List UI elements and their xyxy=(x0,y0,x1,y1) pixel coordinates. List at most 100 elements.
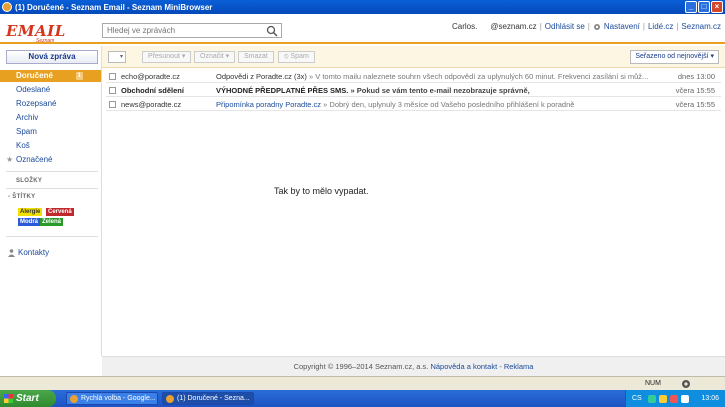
contacts-link[interactable]: Kontakty xyxy=(8,248,49,257)
subject-text: Odpovědi z Poradte.cz (3x) xyxy=(216,72,307,81)
seznam-link[interactable]: Seznam.cz xyxy=(681,22,721,31)
nav-separator: | xyxy=(587,22,590,31)
minimize-button[interactable]: _ xyxy=(685,1,697,13)
new-message-button[interactable]: Nová zpráva xyxy=(6,50,98,64)
copyright-text: Copyright © 1996–2014 Seznam.cz, a.s. xyxy=(293,362,429,371)
window-title: (1) Doručené - Seznam Email - Seznam Min… xyxy=(15,2,213,12)
tag-zelena[interactable]: Zelená xyxy=(40,218,64,226)
message-checkbox[interactable] xyxy=(109,87,116,94)
tag-modra[interactable]: Modrá xyxy=(18,218,40,226)
message-checkbox[interactable] xyxy=(109,101,116,108)
numlock-indicator: NUM xyxy=(645,380,661,387)
start-label: Start xyxy=(16,393,39,404)
contacts-label: Kontakty xyxy=(18,248,50,257)
delete-button[interactable]: Smazat xyxy=(238,51,274,63)
language-indicator[interactable]: CS xyxy=(632,390,642,407)
app-header: EMAIL Seznam Carlos. @seznam.cz | Odhlás… xyxy=(0,14,725,44)
user-name: Carlos. xyxy=(452,22,478,31)
ads-link[interactable]: Reklama xyxy=(504,362,534,371)
windows-flag-icon xyxy=(4,394,13,403)
start-button[interactable]: Start xyxy=(0,390,56,407)
unread-badge: 1 xyxy=(75,72,83,80)
sort-dropdown[interactable]: Seřazeno od nejnovější ▾ xyxy=(630,50,719,64)
message-preview: » Dobrý den, uplynuly 3 měsíce od Vašeho… xyxy=(321,100,575,109)
logout-link[interactable]: Odhlásit se xyxy=(545,22,585,31)
sidebar-item-sent[interactable]: Odeslané xyxy=(0,84,101,96)
sidebar-item-archive[interactable]: Archiv xyxy=(0,112,101,124)
logo-subtext: Seznam xyxy=(36,38,55,44)
browser-icon xyxy=(70,395,78,403)
message-checkbox[interactable] xyxy=(109,73,116,80)
collapse-icon: - xyxy=(8,194,11,200)
user-email: @seznam.cz xyxy=(490,22,537,31)
system-tray: CS 13:06 xyxy=(625,390,725,407)
message-row[interactable]: Obchodní sdělení VÝHODNÉ PŘEDPLATNÉ PŘES… xyxy=(106,84,721,97)
message-toolbar: ▾ Přesunout ▾ Označit ▾ Smazat ⦸ Spam Se… xyxy=(102,46,725,68)
top-nav: @seznam.cz | Odhlásit se | Nastavení | L… xyxy=(490,22,721,31)
sidebar-divider xyxy=(6,188,98,189)
sidebar-item-label: Označené xyxy=(16,155,53,164)
nav-separator: | xyxy=(539,22,542,31)
search-input[interactable] xyxy=(102,23,282,38)
taskbar-item-email[interactable]: (1) Doručené - Sezna... xyxy=(162,392,254,405)
browser-statusbar: NUM xyxy=(0,376,725,390)
sidebar-divider xyxy=(6,236,98,237)
labels-heading-text: ŠTÍTKY xyxy=(12,194,36,200)
sidebar-divider xyxy=(6,171,98,172)
help-link[interactable]: Nápověda a kontakt xyxy=(430,362,497,371)
nav-separator: | xyxy=(676,22,679,31)
security-icon[interactable] xyxy=(659,395,667,403)
volume-icon[interactable] xyxy=(681,395,689,403)
person-icon xyxy=(8,248,15,257)
sidebar-item-label: Doručené xyxy=(16,71,53,80)
sidebar-item-label: Odeslané xyxy=(16,85,51,94)
people-link[interactable]: Lidé.cz xyxy=(648,22,673,31)
sidebar-item-label: Spam xyxy=(16,127,37,136)
sidebar-item-starred[interactable]: ★ Označené xyxy=(0,154,101,166)
message-row[interactable]: news@poradte.cz Připomínka poradny Porad… xyxy=(106,98,721,111)
move-button[interactable]: Přesunout ▾ xyxy=(142,51,192,63)
settings-link[interactable]: Nastavení xyxy=(604,22,640,31)
message-preview: » Pokud se vám tento e-mail nezobrazuje … xyxy=(348,86,530,95)
message-subject: Odpovědi z Poradte.cz (3x) » V tomto mai… xyxy=(216,70,661,82)
close-button[interactable]: × xyxy=(711,1,723,13)
message-row[interactable]: echo@poradte.cz Odpovědi z Poradte.cz (3… xyxy=(106,70,721,83)
search-icon[interactable] xyxy=(266,25,278,37)
tag-alergie[interactable]: Alergie xyxy=(18,208,43,216)
spam-button[interactable]: ⦸ Spam xyxy=(278,51,315,63)
settings-gear-icon[interactable] xyxy=(680,378,692,390)
mark-button[interactable]: Označit ▾ xyxy=(194,51,236,63)
browser-icon xyxy=(166,395,174,403)
nav-separator: | xyxy=(642,22,645,31)
footer-separator: - xyxy=(497,362,504,371)
maximize-button[interactable]: □ xyxy=(698,1,710,13)
sidebar-item-inbox[interactable]: Doručené 1 xyxy=(0,70,101,82)
subject-text: Připomínka poradny Poradte.cz xyxy=(216,100,322,109)
taskbar-item-google[interactable]: Rychlá volba - Google... xyxy=(66,392,158,405)
update-icon[interactable] xyxy=(670,395,678,403)
sidebar-item-spam[interactable]: Spam xyxy=(0,126,101,138)
message-preview: » V tomto mailu naleznete souhrn všech o… xyxy=(306,72,649,81)
app-icon xyxy=(2,2,12,12)
message-from: echo@poradte.cz xyxy=(121,72,180,81)
task-label: (1) Doručené - Sezna... xyxy=(177,395,250,402)
email-logo[interactable]: EMAIL Seznam xyxy=(6,22,68,44)
sidebar-item-trash[interactable]: Koš xyxy=(0,140,101,152)
star-icon: ★ xyxy=(6,155,14,164)
message-from: news@poradte.cz xyxy=(121,100,182,109)
message-subject: VÝHODNÉ PŘEDPLATNÉ PŘES SMS. » Pokud se … xyxy=(216,84,661,96)
gear-icon xyxy=(593,23,600,30)
select-all-checkbox[interactable]: ▾ xyxy=(108,51,126,63)
folders-heading[interactable]: SLOŽKY xyxy=(16,178,42,184)
window-titlebar: (1) Doručené - Seznam Email - Seznam Min… xyxy=(0,0,725,14)
tag-cervena[interactable]: Červená xyxy=(46,208,74,216)
message-date: včera 15:55 xyxy=(675,86,715,95)
sidebar-item-drafts[interactable]: Rozepsané xyxy=(0,98,101,110)
task-label: Rychlá volba - Google... xyxy=(81,395,156,402)
windows-taskbar: Start Rychlá volba - Google... (1) Doruč… xyxy=(0,390,725,407)
network-icon[interactable] xyxy=(648,395,656,403)
message-date: dnes 13:00 xyxy=(677,72,715,81)
sidebar-item-label: Koš xyxy=(16,141,30,150)
labels-heading[interactable]: - ŠTÍTKY xyxy=(8,194,35,200)
message-panel: ▾ Přesunout ▾ Označit ▾ Smazat ⦸ Spam Se… xyxy=(102,46,725,356)
